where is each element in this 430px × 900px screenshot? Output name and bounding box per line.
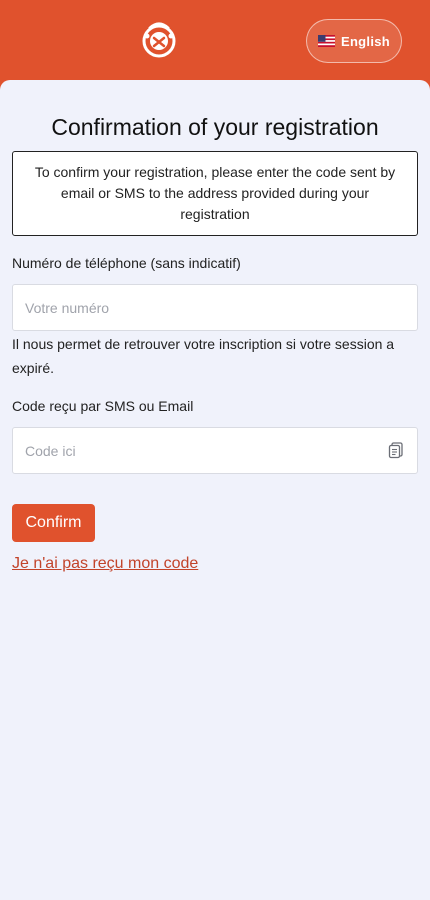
phone-input[interactable] <box>12 284 418 331</box>
page-title: Confirmation of your registration <box>51 114 379 140</box>
language-selector-button[interactable]: English <box>306 19 402 63</box>
language-label: English <box>340 33 391 49</box>
resend-code-link[interactable]: Je n'ai pas reçu mon code <box>12 555 198 573</box>
paste-icon[interactable] <box>387 441 405 459</box>
code-label: Code reçu par SMS ou Email <box>12 398 194 414</box>
phone-label: Numéro de téléphone (sans indicatif) <box>12 255 241 271</box>
header: English <box>0 0 430 82</box>
mascot-logo[interactable] <box>138 18 180 60</box>
info-message: To confirm your registration, please ent… <box>34 164 396 222</box>
code-input[interactable] <box>12 427 418 474</box>
info-message-box: To confirm your registration, please ent… <box>12 151 418 236</box>
us-flag-icon <box>317 35 335 47</box>
confirm-button[interactable]: Confirm <box>12 504 95 542</box>
phone-help-text: Il nous permet de retrouver votre inscri… <box>12 336 395 376</box>
